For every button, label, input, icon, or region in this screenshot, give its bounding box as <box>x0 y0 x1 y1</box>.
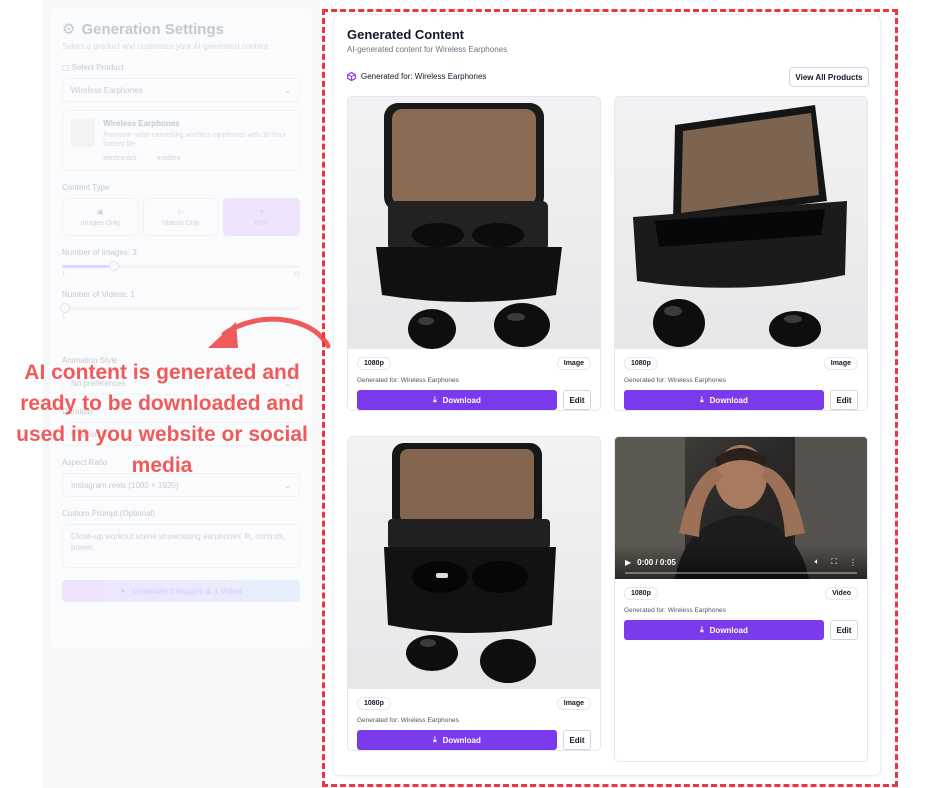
gear-icon: ⚙ <box>62 21 76 38</box>
highlight-frame <box>322 9 898 787</box>
select-product-label: ▢ Select Product <box>62 63 124 72</box>
num-images-slider[interactable] <box>62 261 300 272</box>
sparkle-icon: ✦ <box>119 586 127 596</box>
video-icon: ▷ <box>178 208 184 216</box>
chevron-down-icon: ⌄ <box>284 480 291 490</box>
slider-handle[interactable] <box>109 261 120 272</box>
annotation-text: AI content is generated and ready to be … <box>16 361 308 477</box>
content-type-label: Content Type <box>62 183 110 193</box>
content-type-both[interactable]: ✦ Both <box>223 198 301 237</box>
custom-prompt-input[interactable]: Close-up workout scene showcasing earpho… <box>62 524 300 569</box>
product-tag: modern <box>156 155 181 163</box>
product-name: Wireless Earphones <box>103 119 180 128</box>
slider-handle[interactable] <box>60 303 70 314</box>
num-images-label: Number of Images: 3 <box>62 248 137 258</box>
generate-button[interactable]: ✦ Generate 3 Images & 1 Video <box>62 580 300 603</box>
chevron-down-icon: ⌄ <box>284 85 291 95</box>
num-videos-label: Number of Videos: 1 <box>62 290 135 300</box>
custom-prompt-label: Custom Prompt (Optional) <box>62 509 155 519</box>
content-type-images-only[interactable]: ▣ Images Only <box>62 198 139 237</box>
annotation-arrow-icon <box>208 316 331 349</box>
settings-subtitle: Select a product and customize your AI-g… <box>62 42 268 51</box>
product-thumbnail <box>71 119 96 147</box>
product-select[interactable]: Wireless Earphones ⌄ <box>62 78 300 102</box>
image-icon: ▣ <box>97 208 104 216</box>
product-tag: electronics <box>103 155 137 163</box>
content-type-videos-only[interactable]: ▷ Videos Only <box>142 198 220 237</box>
product-description: Premium noise-cancelling wireless earpho… <box>103 132 287 149</box>
settings-title: ⚙ Generation Settings <box>62 20 224 39</box>
product-card: Wireless Earphones Premium noise-cancell… <box>62 110 300 172</box>
box-icon: ▢ <box>62 63 70 72</box>
sparkle-icon: ✦ <box>258 208 265 216</box>
